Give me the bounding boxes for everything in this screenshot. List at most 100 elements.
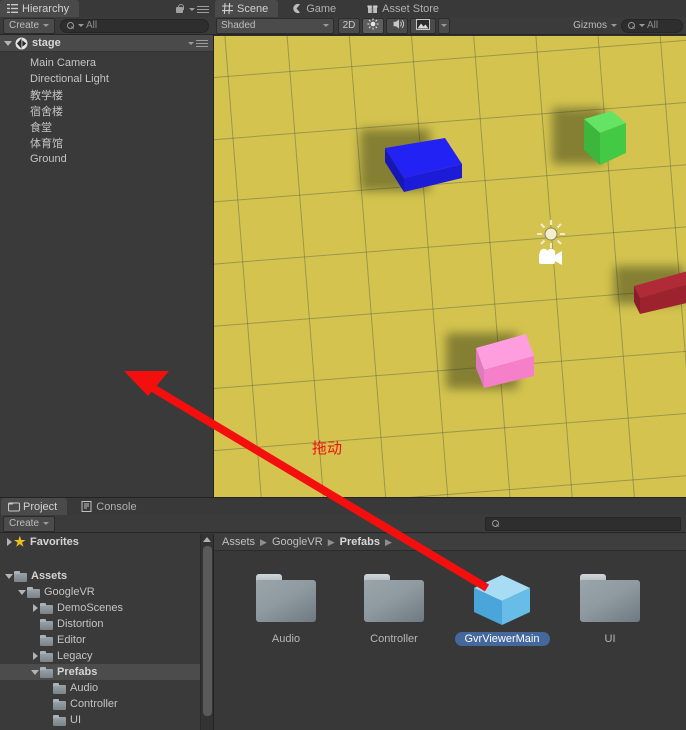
scroll-up-arrow-icon[interactable] <box>203 537 211 542</box>
tree-item-label: UI <box>70 714 81 726</box>
project-tree-scrollbar[interactable] <box>200 534 213 730</box>
chevron-right-icon[interactable] <box>30 604 40 612</box>
chevron-down-icon[interactable] <box>4 40 12 46</box>
tab-console[interactable]: Console <box>74 498 146 515</box>
tab-hierarchy[interactable]: Hierarchy <box>0 0 80 17</box>
hamburger-menu-icon <box>196 39 208 48</box>
tree-item-assets[interactable]: Assets <box>0 568 213 584</box>
tree-item-audio[interactable]: Audio <box>0 680 213 696</box>
asset-item-selected[interactable]: GvrViewerMain <box>448 574 556 730</box>
project-create-button[interactable]: Create <box>3 515 56 532</box>
hierarchy-search-input[interactable]: All <box>60 18 209 33</box>
tree-item-favorites[interactable]: ★ Favorites <box>0 534 213 550</box>
pink-cube[interactable] <box>472 332 538 399</box>
hierarchy-panel: Hierarchy Create All stage Main Camera D… <box>0 0 214 497</box>
hierarchy-item[interactable]: 教学楼 <box>0 87 213 103</box>
scene-effects-toggle[interactable] <box>410 17 436 34</box>
hierarchy-toolbar: Create All <box>0 17 214 35</box>
asset-item[interactable]: Controller <box>340 574 448 730</box>
tab-scene[interactable]: Scene <box>215 0 279 17</box>
folder-icon <box>364 574 424 622</box>
scene-search-placeholder: All <box>647 20 659 31</box>
grid-icon <box>222 2 233 15</box>
hierarchy-item[interactable]: Directional Light <box>0 71 213 87</box>
tree-item-controller[interactable]: Controller <box>0 696 213 712</box>
scene-2d-toggle[interactable]: 2D <box>338 17 360 34</box>
hierarchy-menu-button[interactable] <box>189 5 209 14</box>
scene-lighting-toggle[interactable] <box>362 17 384 34</box>
scene-audio-toggle[interactable] <box>386 17 408 34</box>
tree-item-distortion[interactable]: Distortion <box>0 616 213 632</box>
tree-item-prefabs[interactable]: Prefabs <box>0 664 213 680</box>
scene-row-menu-button[interactable] <box>188 39 213 48</box>
unity-scene-icon <box>15 37 28 50</box>
scene-gizmos-dropdown[interactable]: Gizmos <box>569 18 621 34</box>
lock-icon[interactable] <box>175 4 184 14</box>
breadcrumb-item[interactable]: GoogleVR <box>272 536 323 548</box>
breadcrumb-item[interactable]: Assets <box>222 536 255 548</box>
hierarchy-item-label: 教学楼 <box>30 90 63 102</box>
image-icon <box>416 18 430 33</box>
chevron-down-icon[interactable] <box>17 589 27 595</box>
hierarchy-scene-root-label: stage <box>32 37 61 49</box>
tab-console-label: Console <box>96 500 137 513</box>
hierarchy-item[interactable]: 体育馆 <box>0 135 213 151</box>
tab-project-label: Project <box>23 500 58 513</box>
project-toolbar: Create <box>0 515 686 533</box>
hierarchy-item[interactable]: 食堂 <box>0 119 213 135</box>
tab-scene-label: Scene <box>237 2 269 15</box>
sun-icon <box>367 18 379 33</box>
dark-red-block[interactable] <box>628 264 686 325</box>
tab-asset-store[interactable]: Asset Store <box>360 0 449 17</box>
tree-item-legacy[interactable]: Legacy <box>0 648 213 664</box>
scrollbar-thumb[interactable] <box>203 546 212 716</box>
chevron-right-icon[interactable] <box>30 652 40 660</box>
gamepad-icon <box>291 3 302 14</box>
tree-item-ui[interactable]: UI <box>0 712 213 728</box>
chevron-right-icon[interactable] <box>4 538 14 546</box>
asset-item[interactable]: Audio <box>232 574 340 730</box>
hierarchy-list: Main Camera Directional Light 教学楼 宿舍楼 食堂… <box>0 52 213 167</box>
hierarchy-item-label: Directional Light <box>30 73 109 85</box>
tree-item-demoscenes[interactable]: DemoScenes <box>0 600 213 616</box>
scene-effects-dropdown[interactable] <box>438 17 450 34</box>
tab-game-label: Game <box>306 2 337 15</box>
asset-item-label: Audio <box>271 633 301 645</box>
hierarchy-item-label: Main Camera <box>30 57 97 69</box>
blue-cube[interactable] <box>382 126 468 211</box>
chevron-down-icon[interactable] <box>4 573 14 579</box>
unity-editor-window: Hierarchy Create All stage Main Camera D… <box>0 0 686 730</box>
hierarchy-create-button[interactable]: Create <box>3 17 56 34</box>
breadcrumb-item-current[interactable]: Prefabs <box>340 536 380 548</box>
tree-item-editor[interactable]: Editor <box>0 632 213 648</box>
hierarchy-create-label: Create <box>9 20 40 31</box>
tree-item-googlevr[interactable]: GoogleVR <box>0 584 213 600</box>
tab-hierarchy-label: Hierarchy <box>22 2 70 15</box>
hierarchy-item[interactable]: Main Camera <box>0 55 213 71</box>
scene-draw-mode-dropdown[interactable]: Shaded <box>216 17 334 34</box>
scene-viewport[interactable]: 拖动 <box>214 36 686 497</box>
tab-project[interactable]: Project <box>1 498 68 515</box>
hierarchy-scene-root-row[interactable]: stage <box>0 35 213 52</box>
scene-2d-label: 2D <box>342 20 356 31</box>
asset-item-label: Controller <box>370 633 418 645</box>
hierarchy-item[interactable]: Ground <box>0 151 213 167</box>
folder-icon <box>40 650 53 662</box>
folder-icon <box>40 618 53 630</box>
star-icon: ★ <box>14 534 26 549</box>
tree-item-label: DemoScenes <box>57 602 124 614</box>
chevron-down-icon[interactable] <box>30 669 40 675</box>
asset-item[interactable]: UI <box>556 574 664 730</box>
tree-item-label: Audio <box>70 682 99 694</box>
tab-game[interactable]: Game <box>284 0 346 17</box>
folder-icon <box>580 574 640 622</box>
folder-icon <box>256 574 316 622</box>
folder-icon <box>53 714 66 726</box>
main-camera-gizmo[interactable] <box>536 247 568 274</box>
green-cube[interactable] <box>580 103 638 178</box>
hierarchy-item[interactable]: 宿舍楼 <box>0 103 213 119</box>
project-search-input[interactable] <box>485 516 681 531</box>
scene-tabbar: Scene Game Asset Store <box>214 0 686 17</box>
scene-search-input[interactable]: All <box>621 18 683 33</box>
tree-item-label: Distortion <box>57 618 104 630</box>
